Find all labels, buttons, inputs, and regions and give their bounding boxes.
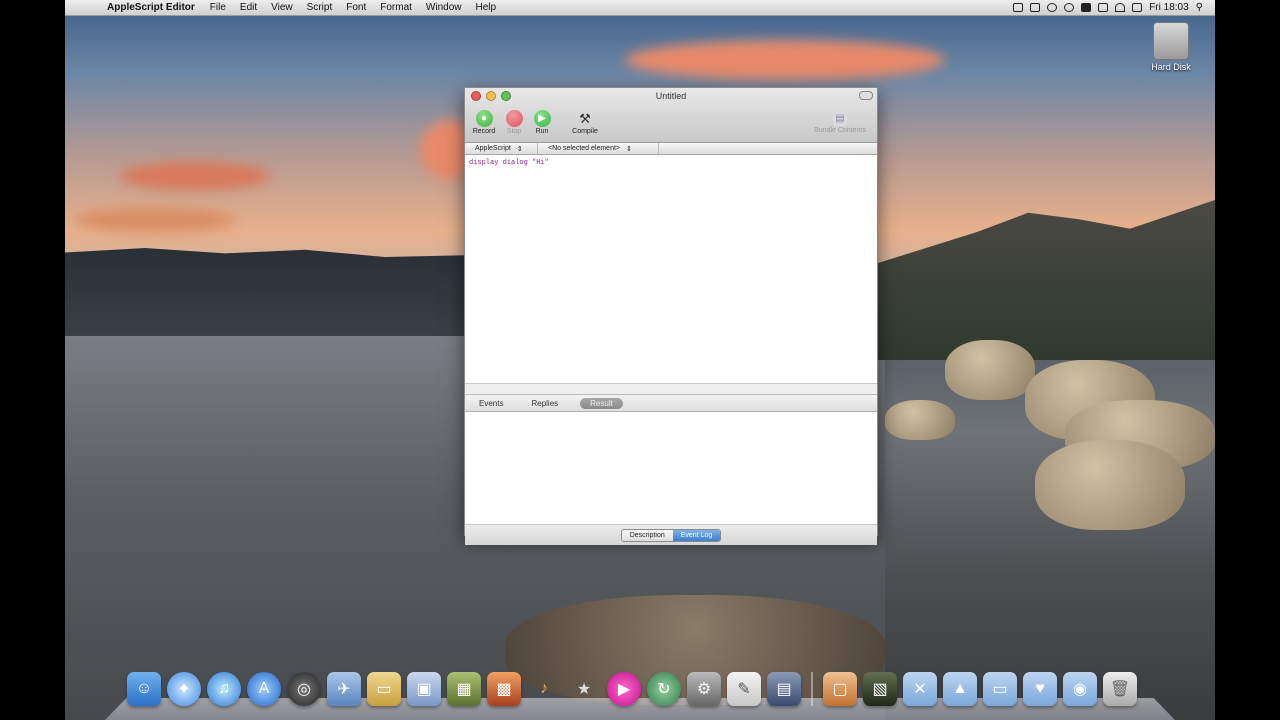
folder-icon[interactable]: ◉ (1063, 672, 1097, 706)
cloud (120, 162, 270, 190)
app-menu[interactable]: AppleScript Editor (107, 2, 195, 13)
applications-folder-icon[interactable]: ▢ (823, 672, 857, 706)
folder-icon[interactable]: ▲ (943, 672, 977, 706)
wifi-icon[interactable] (1115, 3, 1126, 12)
stop-button[interactable]: Stop (499, 110, 529, 135)
record-label: Record (472, 128, 496, 135)
menu-format[interactable]: Format (380, 2, 412, 13)
script-menu-icon[interactable] (1081, 3, 1092, 12)
itunes-dj-icon[interactable]: ▶ (607, 672, 641, 706)
menu-help[interactable]: Help (475, 2, 496, 13)
photos-icon[interactable]: ▣ (407, 672, 441, 706)
result-pane[interactable] (465, 412, 877, 525)
hard-disk-label: Hard Disk (1151, 62, 1191, 72)
element-popup[interactable]: <No selected element> ⇕ (538, 143, 659, 154)
rock (945, 340, 1035, 400)
tab-result[interactable]: Result (580, 397, 623, 409)
mountain-left (65, 248, 465, 338)
screen-recording-icon[interactable] (1013, 3, 1024, 12)
iphoto-camera-icon[interactable]: ▩ (487, 672, 521, 706)
garageband-icon[interactable]: ♪ (527, 672, 561, 706)
pane-switcher: Description Event Log (620, 528, 722, 542)
menu-font[interactable]: Font (346, 2, 366, 13)
window-titlebar[interactable]: Untitled ● Record Stop ▶ Run ⚒ Compile ▤… (465, 88, 877, 143)
imovie-icon[interactable]: ★ (567, 672, 601, 706)
iphoto-icon[interactable]: ▦ (447, 672, 481, 706)
stop-icon (505, 110, 523, 127)
menu-window[interactable]: Window (426, 2, 462, 13)
navigation-bar: AppleScript ⇕ <No selected element> ⇕ (465, 143, 877, 155)
app-store-icon[interactable]: A (247, 672, 281, 706)
menu-view[interactable]: View (271, 2, 293, 13)
stop-label: Stop (506, 128, 522, 135)
record-icon: ● (475, 110, 493, 127)
spotlight-icon[interactable]: ⚲ (1196, 2, 1203, 13)
itunes-icon[interactable]: ♫ (207, 672, 241, 706)
finder-icon[interactable]: ☺ (127, 672, 161, 706)
trash-icon[interactable]: 🗑 (1103, 672, 1137, 706)
compile-button[interactable]: ⚒ Compile (568, 110, 602, 136)
mountain-right (875, 200, 1215, 360)
event-log-button[interactable]: Event Log (672, 529, 721, 541)
record-button[interactable]: ● Record (469, 110, 499, 135)
toolbar-toggle-button[interactable] (859, 91, 873, 100)
script-code: display dialog "Hi" (469, 159, 549, 167)
popup-arrows-icon: ⇕ (516, 145, 523, 153)
bundle-contents-button[interactable]: ▤ Bundle Contents (809, 110, 871, 134)
preview-icon[interactable]: ✈ (327, 672, 361, 706)
bottom-bar: Description Event Log (465, 525, 877, 545)
split-view-divider[interactable] (465, 384, 877, 395)
script-editor-icon[interactable]: ✎ (727, 672, 761, 706)
dock: ☺ ✦ ♫ A ◎ ✈ ▭ ▣ ▦ ▩ ♪ ★ ▶ ↻ ⚙ ✎ ▤ ▢ ▧ ✕ … (105, 670, 1175, 720)
folder-icon[interactable]: ♥ (1023, 672, 1057, 706)
tab-events[interactable]: Events (465, 398, 517, 409)
hard-disk-icon (1153, 22, 1189, 60)
menu-edit[interactable]: Edit (240, 2, 257, 13)
folder-icon[interactable]: ✕ (903, 672, 937, 706)
menubar-clock[interactable]: Fri 18:03 (1149, 2, 1188, 13)
safari-icon[interactable]: ✦ (167, 672, 201, 706)
language-popup[interactable]: AppleScript ⇕ (465, 143, 538, 154)
bundle-icon: ▤ (833, 110, 847, 126)
log-tabs: Events Replies Result (465, 395, 877, 412)
rock (885, 400, 955, 440)
dashboard-icon[interactable]: ◎ (287, 672, 321, 706)
time-machine-icon[interactable]: ↻ (647, 672, 681, 706)
cloud (625, 40, 945, 80)
tab-replies[interactable]: Replies (517, 398, 572, 409)
language-label: AppleScript (475, 145, 511, 152)
photo-booth-icon[interactable]: ▤ (767, 672, 801, 706)
hard-disk-desktop-icon[interactable]: Hard Disk (1150, 22, 1192, 72)
grid-icon[interactable] (1030, 3, 1041, 12)
menu-file[interactable]: File (210, 2, 226, 13)
sync-icon[interactable] (1047, 3, 1058, 12)
popup-arrows-icon: ⇕ (626, 145, 632, 153)
run-label: Run (535, 128, 549, 135)
window-title: Untitled (655, 91, 687, 101)
element-label: <No selected element> (548, 145, 620, 152)
menu-bar: AppleScript Editor File Edit View Script… (65, 0, 1215, 16)
rock (1035, 440, 1185, 530)
bundle-contents-label: Bundle Contents (814, 127, 866, 134)
compile-label: Compile (572, 128, 598, 135)
folder-icon[interactable]: ▭ (983, 672, 1017, 706)
run-icon: ▶ (533, 110, 551, 127)
script-editor[interactable]: display dialog "Hi" (465, 155, 877, 384)
cloud (75, 208, 235, 232)
dock-separator (811, 672, 813, 706)
hammer-icon: ⚒ (579, 110, 591, 126)
applescript-editor-window: Untitled ● Record Stop ▶ Run ⚒ Compile ▤… (464, 87, 878, 545)
time-machine-icon[interactable] (1064, 3, 1075, 12)
run-button[interactable]: ▶ Run (527, 110, 557, 135)
downloads-stack-icon[interactable]: ▧ (863, 672, 897, 706)
system-preferences-icon[interactable]: ⚙ (687, 672, 721, 706)
notes-icon[interactable]: ▭ (367, 672, 401, 706)
bluetooth-icon[interactable] (1098, 3, 1109, 12)
menu-script[interactable]: Script (307, 2, 333, 13)
description-button[interactable]: Description (621, 529, 673, 541)
volume-icon[interactable] (1132, 3, 1143, 12)
